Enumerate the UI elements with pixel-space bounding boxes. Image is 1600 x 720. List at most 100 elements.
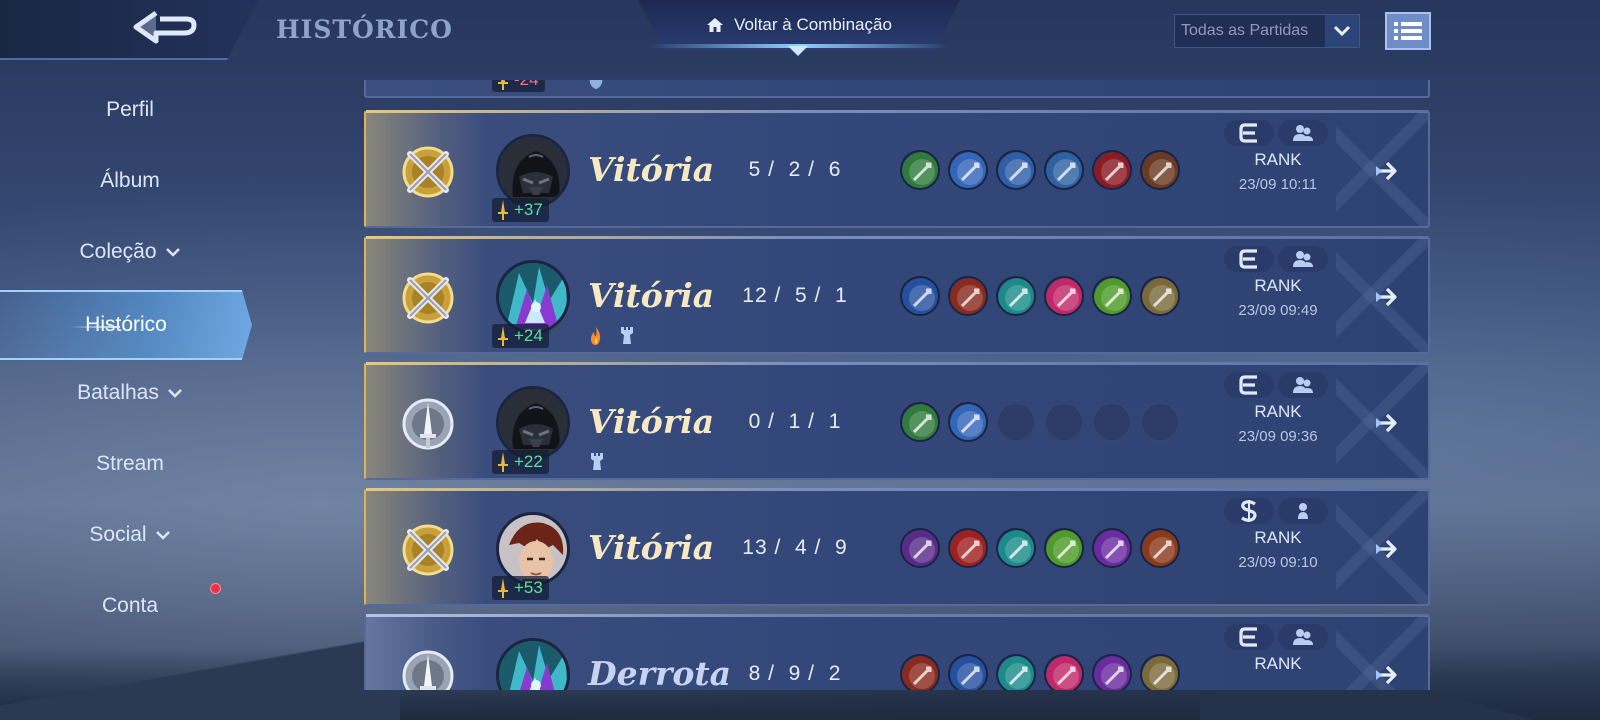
rank-points: -24 [492, 80, 545, 92]
crossed-swords-badge-icon [402, 524, 454, 576]
sidebar-item-batalhas[interactable]: Batalhas [0, 363, 260, 423]
detail-arrow-icon[interactable] [1374, 158, 1400, 184]
sidebar-item-conta[interactable]: Conta [0, 576, 260, 636]
sidebar-item-label: Stream [96, 452, 164, 475]
equipment-item-icon [902, 278, 938, 314]
equipment-item-icon [998, 278, 1034, 314]
back-button[interactable] [126, 6, 210, 52]
mode-label: RANK [1254, 276, 1302, 295]
equipment-item-icon [950, 404, 986, 440]
item-slot [900, 402, 940, 442]
item-slot [900, 150, 940, 190]
match-card[interactable]: Derrota 8 / 9 / 2 RANK [364, 614, 1430, 690]
group-icon [1293, 629, 1313, 645]
equipment-item-icon [1142, 530, 1178, 566]
match-filter-select[interactable]: Todas as Partidas [1174, 14, 1360, 48]
match-card-partial[interactable]: -24 [364, 80, 1430, 98]
match-card[interactable]: +37 Vitória 5 / 2 / 6 RANK 23/09 10:11 [364, 110, 1430, 228]
return-button-notch [788, 46, 808, 56]
mode-pill [1224, 498, 1274, 524]
mode-icons [1224, 120, 1328, 146]
equipment-item-icon [1142, 278, 1178, 314]
match-date: 23/09 10:11 [1238, 176, 1318, 193]
points-value: -24 [514, 80, 539, 90]
equipment-item-icon [950, 530, 986, 566]
list-view-button[interactable] [1385, 12, 1431, 50]
kills-value: 8 [748, 662, 762, 685]
item-slot [1044, 276, 1084, 316]
hero-portrait [496, 386, 570, 460]
sword-icon [498, 452, 508, 472]
energy-rank-icon [1239, 375, 1257, 395]
points-value: +24 [514, 326, 543, 345]
equipment-items [900, 654, 1180, 690]
result-label: Derrota [588, 654, 732, 690]
assists-value: 9 [835, 536, 848, 559]
equipment-item-icon [1094, 278, 1130, 314]
sidebar-item-label: Social [89, 523, 147, 546]
equipment-item-icon [902, 656, 938, 690]
kda-separator: / [761, 410, 789, 433]
match-card[interactable]: +53 Vitória 13 / 4 / 9 RANK 23/09 09:10 [364, 488, 1430, 606]
sidebar-item-stream[interactable]: Stream [0, 434, 260, 494]
deaths-value: 2 [788, 158, 802, 181]
item-slot [900, 654, 940, 690]
item-slot [948, 654, 988, 690]
equipment-items [900, 402, 1180, 442]
equipment-item-icon [950, 278, 986, 314]
result-label: Vitória [588, 150, 715, 189]
points-value: +53 [514, 578, 543, 597]
group-icon [1293, 251, 1313, 267]
energy-rank-icon [1239, 123, 1257, 143]
list-icon [1394, 22, 1422, 40]
match-date: 23/09 09:10 [1238, 554, 1318, 571]
chevron-down-icon [155, 530, 171, 540]
sidebar-item-social[interactable]: Social [0, 505, 260, 565]
item-slot-empty [1140, 402, 1180, 442]
equipment-item-icon [1142, 656, 1178, 690]
result-label: Vitória [588, 276, 715, 315]
solo-player-icon [1298, 503, 1308, 519]
card-top-line [366, 614, 1428, 617]
achievement-badges [588, 452, 606, 472]
match-date: 23/09 09:49 [1238, 302, 1318, 319]
item-slot [900, 276, 940, 316]
rank-points: +53 [492, 576, 549, 600]
dollar-mode-icon [1241, 500, 1257, 522]
filter-value: Todas as Partidas [1181, 22, 1309, 39]
equipment-item-icon [902, 152, 938, 188]
return-button-label: Voltar à Combinação [734, 15, 892, 34]
return-to-match-button[interactable]: Voltar à Combinação [638, 0, 960, 50]
match-card[interactable]: +24 Vitória 12 / 5 / 1 RANK 23/09 09:49 [364, 236, 1430, 354]
equipment-items [900, 276, 1180, 316]
kda-separator: / [767, 284, 795, 307]
match-card[interactable]: +22 Vitória 0 / 1 / 1 RANK 23/09 09:36 [364, 362, 1430, 480]
detail-arrow-icon[interactable] [1374, 284, 1400, 310]
equipment-item-icon [1046, 530, 1082, 566]
sidebar-item-label: Histórico [85, 313, 167, 336]
kills-value: 13 [742, 536, 768, 559]
sidebar-item-historico[interactable]: Histórico [0, 290, 252, 360]
hero-portrait [496, 260, 570, 334]
rank-points: +22 [492, 450, 549, 474]
back-arrow-icon [133, 10, 197, 44]
detail-arrow-icon[interactable] [1374, 662, 1400, 688]
shield-icon [589, 80, 603, 89]
sidebar-item-label: Coleção [79, 240, 157, 263]
active-indicator-line [70, 326, 120, 328]
detail-arrow-icon[interactable] [1374, 410, 1400, 436]
party-pill [1278, 498, 1328, 524]
group-icon [1293, 125, 1313, 141]
item-slot [1140, 150, 1180, 190]
equipment-item-icon [1046, 278, 1082, 314]
match-history-list[interactable]: -24 +37 Vitória 5 / 2 / 6 RANK 23/09 10:11 +2… [364, 80, 1430, 690]
sidebar-item-perfil[interactable]: Perfil [0, 80, 260, 140]
assists-value: 1 [828, 410, 842, 433]
sidebar-item-album[interactable]: Álbum [0, 151, 260, 211]
sidebar-item-label: Álbum [100, 169, 160, 192]
item-slot [1092, 276, 1132, 316]
group-icon [1293, 377, 1313, 393]
item-slot [996, 528, 1036, 568]
detail-arrow-icon[interactable] [1374, 536, 1400, 562]
sidebar-item-colecao[interactable]: Coleção [0, 222, 260, 282]
